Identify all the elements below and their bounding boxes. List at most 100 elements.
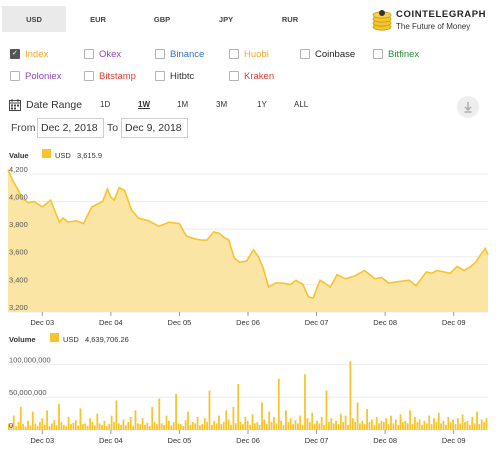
volume-bar: [299, 415, 302, 430]
checkbox-label: Hitbtc: [170, 70, 195, 82]
volume-bar: [17, 422, 20, 430]
checkbox-box[interactable]: [84, 49, 94, 59]
volume-y-tick-label: 0: [9, 421, 13, 430]
exchange-checkbox-binance[interactable]: Binance: [155, 47, 204, 61]
volume-bar: [373, 424, 376, 430]
checkbox-box[interactable]: [10, 49, 20, 59]
volume-bar: [287, 422, 290, 430]
exchange-checkbox-coinbase[interactable]: Coinbase: [300, 47, 355, 61]
currency-tab-gbp[interactable]: GBP: [130, 6, 194, 32]
range-button-1d[interactable]: 1D: [100, 100, 110, 109]
currency-tab-rur[interactable]: RUR: [258, 6, 322, 32]
volume-bar: [428, 415, 431, 430]
checkbox-box[interactable]: [229, 49, 239, 59]
checkbox-box[interactable]: [10, 71, 20, 81]
volume-bar: [208, 390, 211, 430]
volume-bar: [261, 402, 263, 430]
exchange-checkbox-kraken[interactable]: Kraken: [229, 69, 274, 83]
volume-y-tick-label: 100,000,000: [9, 355, 51, 364]
volume-bar: [351, 418, 354, 430]
currency-tab-usd[interactable]: USD: [2, 6, 66, 32]
volume-bar: [414, 416, 416, 430]
volume-bar: [404, 420, 407, 430]
volume-chart-title: Volume: [9, 335, 36, 344]
volume-legend-swatch: [50, 333, 59, 342]
to-date-input[interactable]: Dec 9, 2018: [121, 118, 188, 138]
volume-bar: [117, 423, 120, 430]
from-date-input[interactable]: Dec 2, 2018: [37, 118, 104, 138]
volume-bar: [72, 422, 75, 430]
volume-bar: [199, 425, 201, 430]
volume-bar: [179, 424, 182, 430]
checkbox-box[interactable]: [84, 71, 94, 81]
volume-bar: [249, 424, 251, 430]
checkbox-label: Index: [25, 48, 49, 60]
volume-bar: [129, 416, 132, 430]
value-y-tick-label: 3,800: [9, 220, 28, 229]
value-legend-series: USD: [55, 151, 71, 160]
checkbox-label: Kraken: [244, 70, 275, 82]
exchange-checkbox-poloniex[interactable]: Poloniex: [10, 69, 61, 83]
exchange-checkbox-bitstamp[interactable]: Bitstamp: [84, 69, 136, 83]
volume-bar: [232, 407, 235, 430]
volume-bar: [168, 420, 170, 430]
volume-bar: [473, 423, 476, 430]
range-button-1y[interactable]: 1Y: [257, 100, 267, 109]
exchange-checkbox-bitfinex[interactable]: Bitfinex: [373, 47, 419, 61]
checkbox-box[interactable]: [155, 49, 165, 59]
range-button-1m[interactable]: 1M: [177, 100, 188, 109]
volume-y-tick-label: 50,000,000: [9, 388, 47, 397]
exchange-checkbox-huobi[interactable]: Huobi: [229, 47, 269, 61]
exchange-checkbox-hitbtc[interactable]: Hitbtc: [155, 69, 194, 83]
download-icon: [464, 102, 472, 113]
value-y-tick-label: 3,400: [9, 275, 28, 284]
volume-bar: [141, 418, 144, 430]
volume-bar: [125, 425, 127, 430]
volume-x-tick-label: Dec 04: [99, 436, 123, 445]
range-button-all[interactable]: ALL: [294, 100, 308, 109]
checkbox-box[interactable]: [229, 71, 239, 81]
volume-bar: [227, 419, 230, 430]
currency-tab-eur[interactable]: EUR: [66, 6, 130, 32]
volume-bar: [292, 424, 294, 430]
volume-bar: [29, 425, 32, 430]
volume-bar: [342, 422, 345, 430]
range-button-1w[interactable]: 1W: [138, 100, 150, 109]
date-range-label: Date Range: [26, 99, 83, 111]
volume-bar: [402, 422, 404, 430]
exchange-checkbox-okex[interactable]: Okex: [84, 47, 121, 61]
download-button[interactable]: [457, 96, 479, 118]
volume-bar: [148, 426, 151, 430]
volume-bar: [115, 400, 118, 430]
volume-bar: [62, 424, 65, 430]
checkbox-box[interactable]: [373, 49, 383, 59]
volume-bar: [146, 422, 149, 430]
checkbox-label: Okex: [99, 48, 122, 60]
volume-bar: [48, 426, 51, 430]
volume-bar: [318, 423, 321, 430]
checkbox-box[interactable]: [155, 71, 165, 81]
currency-tab-jpy[interactable]: JPY: [194, 6, 258, 32]
volume-bar: [194, 423, 197, 430]
volume-bar: [215, 423, 218, 430]
volume-bar: [34, 423, 37, 430]
value-legend-current: 3,615.9: [77, 151, 103, 160]
volume-bar: [110, 415, 113, 430]
exchange-checkbox-index[interactable]: Index: [10, 47, 48, 61]
volume-bar: [382, 422, 385, 430]
volume-bar: [390, 415, 392, 430]
volume-bar: [196, 416, 199, 430]
value-area-chart: 4,200 4,000 3,800 3,600 3,400 3,200Dec 03 Dec …: [7, 165, 489, 327]
volume-bar: [94, 425, 96, 430]
range-button-3m[interactable]: 3M: [216, 100, 227, 109]
volume-bar: [172, 422, 175, 430]
checkbox-box[interactable]: [300, 49, 310, 59]
logo-title: COINTELEGRAPH: [396, 9, 487, 20]
checkbox-label: Bitstamp: [99, 70, 136, 82]
volume-bar: [170, 425, 173, 430]
volume-bar: [15, 426, 17, 430]
volume-bar: [39, 422, 41, 430]
volume-bar: [359, 423, 361, 430]
value-x-tick-label: Dec 08: [373, 318, 397, 327]
volume-bar: [163, 424, 165, 430]
